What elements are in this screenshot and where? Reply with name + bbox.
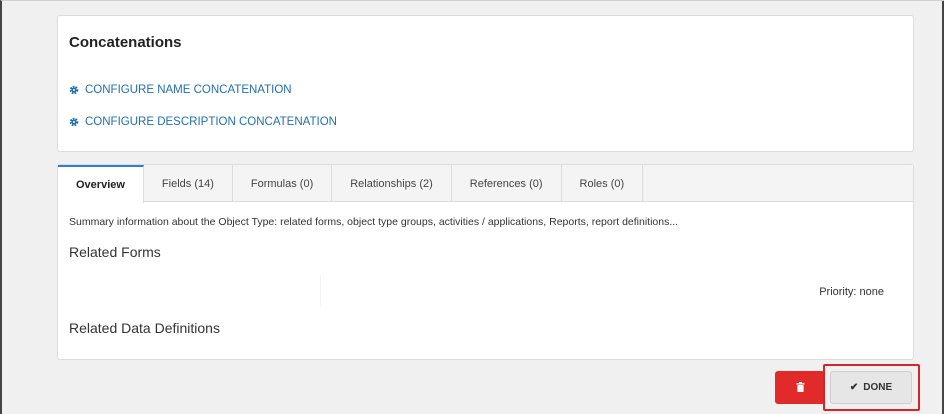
concatenations-title: Concatenations bbox=[69, 34, 182, 51]
related-forms-heading: Related Forms bbox=[69, 244, 161, 260]
related-data-definitions-heading: Related Data Definitions bbox=[69, 320, 220, 336]
done-button[interactable]: ✔ DONE bbox=[830, 371, 912, 404]
configure-description-concatenation-label: CONFIGURE DESCRIPTION CONCATENATION bbox=[85, 116, 337, 128]
tab-overview[interactable]: Overview bbox=[58, 165, 144, 203]
concatenations-card: Concatenations CONFIGURE NAME CONCATENAT… bbox=[57, 15, 914, 152]
gear-icon bbox=[69, 85, 79, 95]
done-label: DONE bbox=[863, 382, 893, 393]
tab-bar: Overview Fields (14) Formulas (0) Relati… bbox=[58, 165, 913, 203]
trash-icon bbox=[796, 380, 805, 395]
configure-name-concatenation-link[interactable]: CONFIGURE NAME CONCATENATION bbox=[69, 84, 292, 96]
tab-fields[interactable]: Fields (14) bbox=[144, 165, 233, 202]
tab-relationships[interactable]: Relationships (2) bbox=[332, 165, 452, 202]
tab-formulas[interactable]: Formulas (0) bbox=[233, 165, 333, 202]
overview-summary: Summary information about the Object Typ… bbox=[69, 216, 679, 228]
tab-roles[interactable]: Roles (0) bbox=[562, 165, 644, 202]
priority-text: Priority: none bbox=[819, 286, 884, 298]
app-frame: Concatenations CONFIGURE NAME CONCATENAT… bbox=[0, 0, 944, 414]
delete-button[interactable] bbox=[775, 371, 825, 404]
gear-icon bbox=[69, 117, 79, 127]
check-icon: ✔ bbox=[849, 382, 859, 393]
object-type-tabs-card: Overview Fields (14) Formulas (0) Relati… bbox=[57, 164, 914, 360]
tab-references[interactable]: References (0) bbox=[452, 165, 562, 202]
configure-name-concatenation-label: CONFIGURE NAME CONCATENATION bbox=[85, 84, 292, 96]
divider bbox=[320, 275, 321, 305]
configure-description-concatenation-link[interactable]: CONFIGURE DESCRIPTION CONCATENATION bbox=[69, 116, 337, 128]
